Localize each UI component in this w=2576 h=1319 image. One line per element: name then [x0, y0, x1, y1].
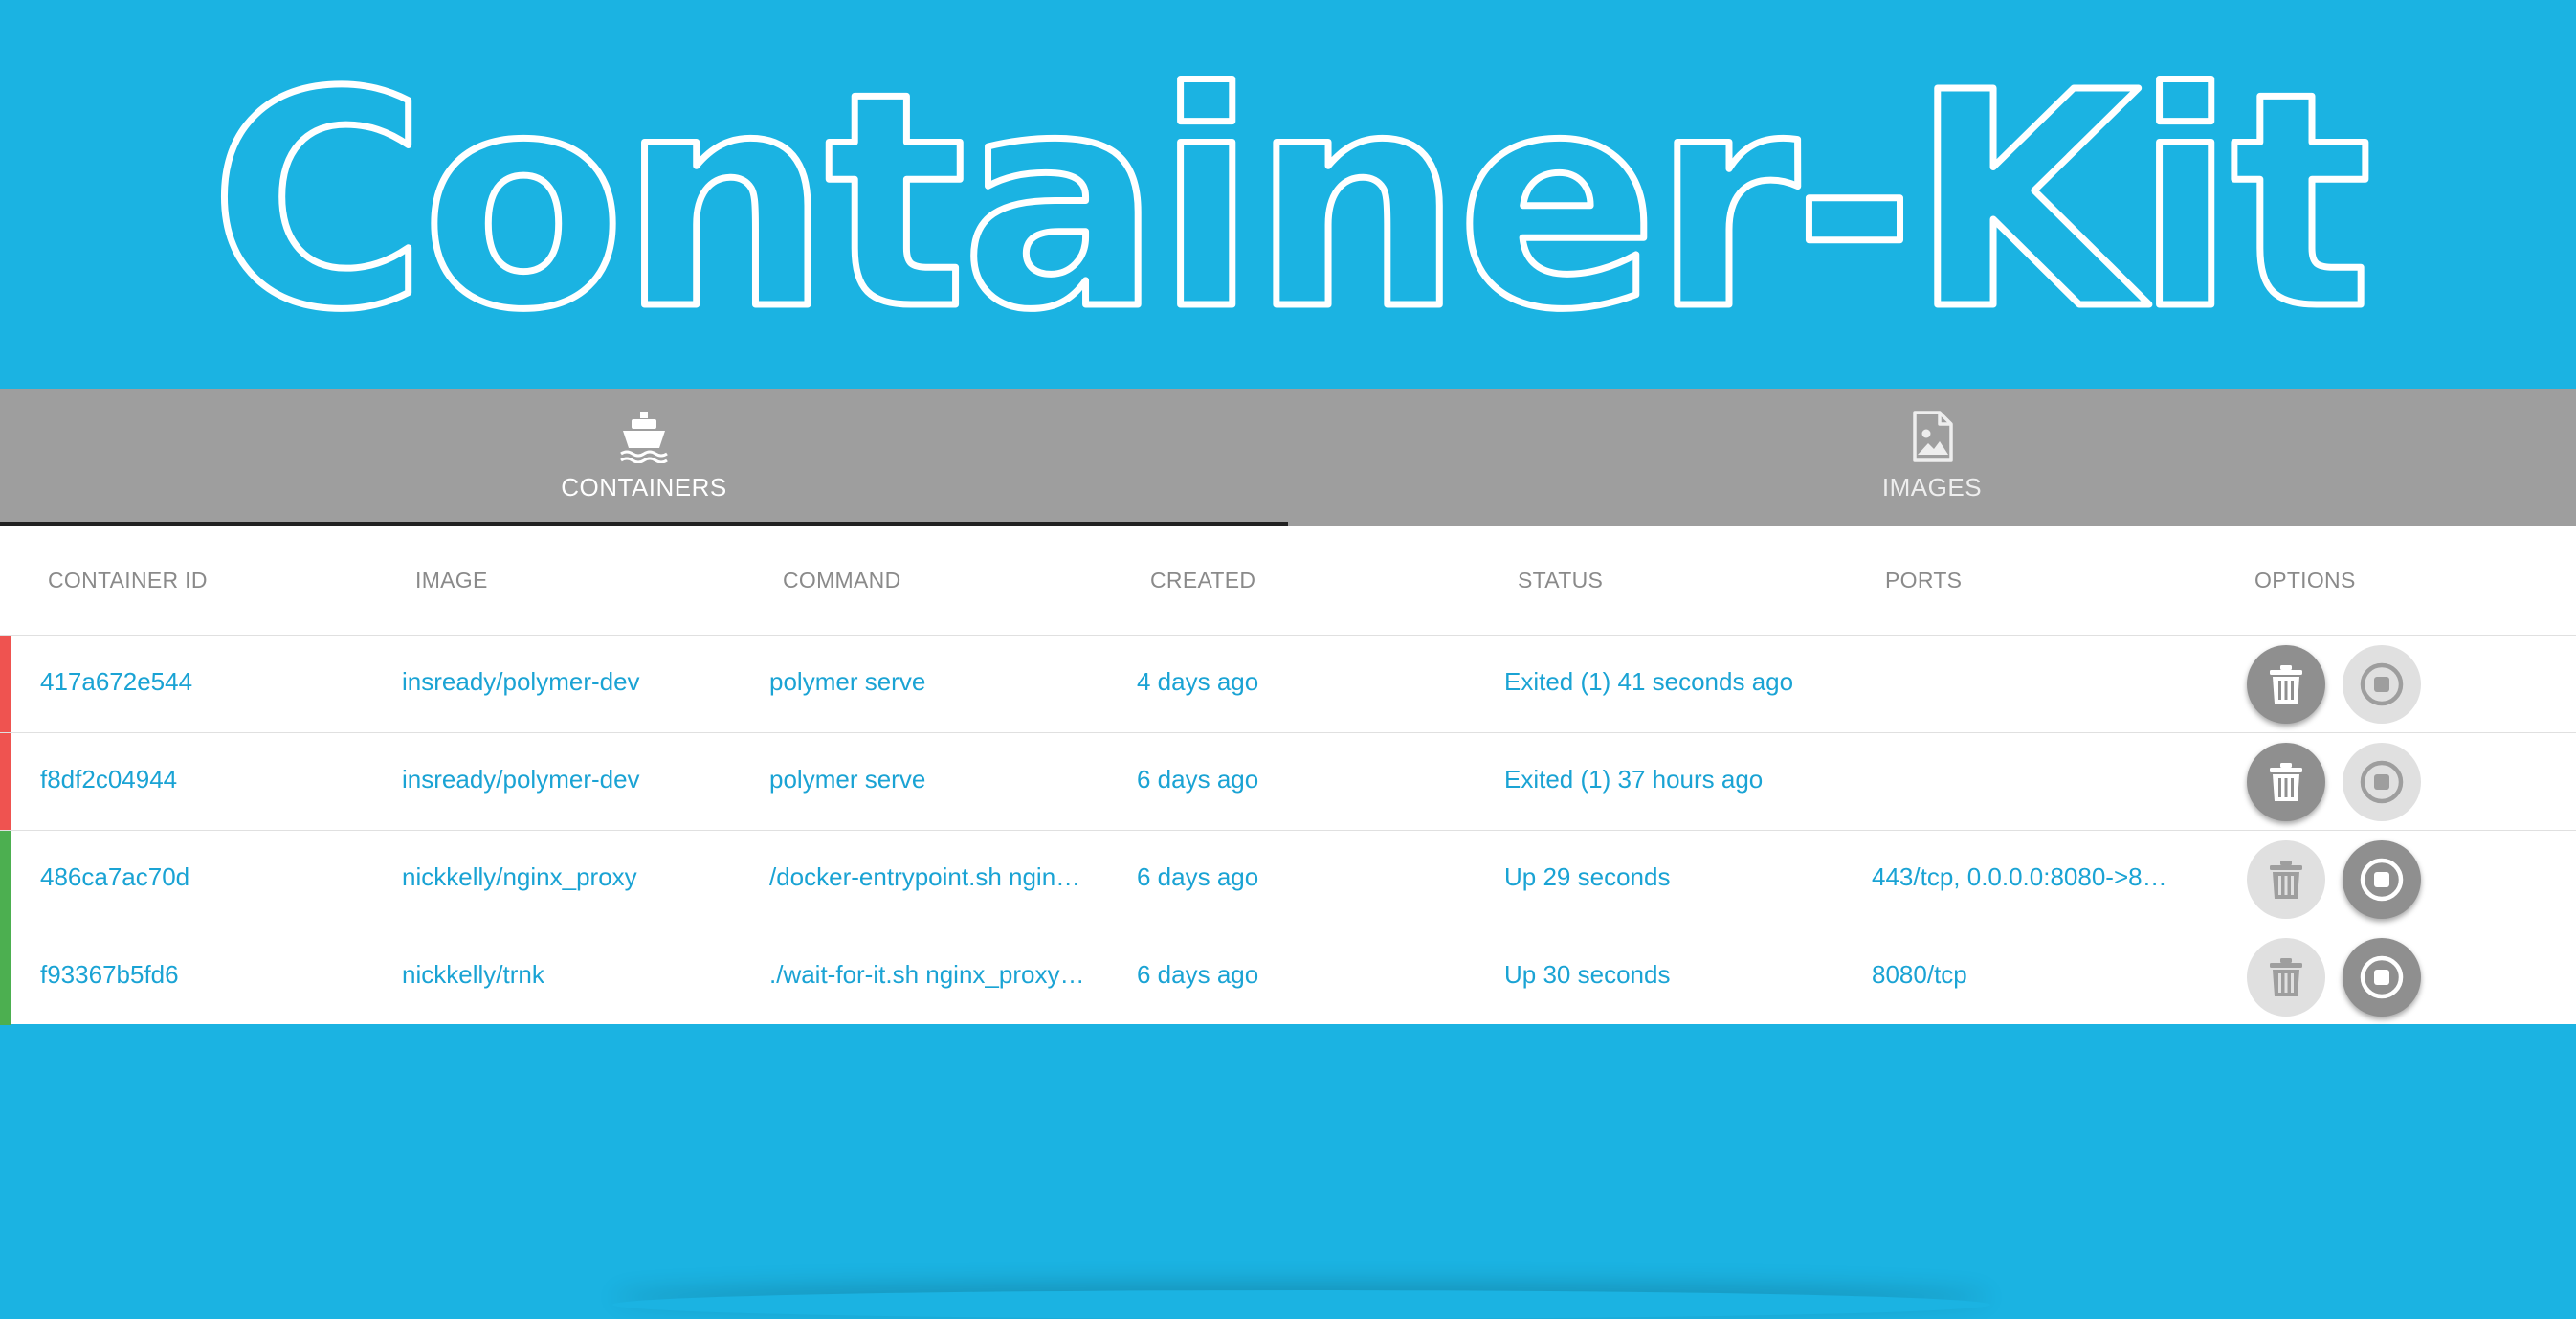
- column-header-command[interactable]: COMMAND: [783, 568, 900, 593]
- container-image: nickkelly/trnk: [402, 960, 544, 989]
- table-row[interactable]: f93367b5fd6 nickkelly/trnk ./wait-for-it…: [0, 928, 2576, 1025]
- table-row[interactable]: f8df2c04944 insready/polymer-dev polymer…: [0, 733, 2576, 831]
- trash-icon: [2270, 861, 2302, 899]
- trash-icon: [2270, 958, 2302, 996]
- tab-bar: CONTAINERS IMAGES: [0, 389, 2576, 526]
- running-status-indicator: [0, 831, 11, 928]
- container-command: polymer serve: [769, 765, 926, 794]
- exited-status-indicator: [0, 733, 11, 830]
- container-created: 6 days ago: [1137, 765, 1259, 794]
- stop-icon: [2360, 760, 2404, 804]
- column-header-created[interactable]: CREATED: [1150, 568, 1255, 593]
- container-created: 6 days ago: [1137, 862, 1259, 891]
- container-command: ./wait-for-it.sh nginx_proxy…: [769, 960, 1085, 989]
- stop-container-button[interactable]: [2343, 840, 2421, 919]
- stop-icon: [2360, 662, 2404, 706]
- exited-status-indicator: [0, 636, 11, 732]
- column-header-image[interactable]: IMAGE: [415, 568, 488, 593]
- trash-icon: [2270, 665, 2302, 704]
- delete-container-button[interactable]: [2247, 840, 2325, 919]
- container-created: 4 days ago: [1137, 667, 1259, 696]
- trash-icon: [2270, 763, 2302, 801]
- table-row[interactable]: 417a672e544 insready/polymer-dev polymer…: [0, 636, 2576, 733]
- table-row[interactable]: 486ca7ac70d nickkelly/nginx_proxy /docke…: [0, 831, 2576, 928]
- app-logo: Container-Kit: [207, 27, 2379, 379]
- column-header-options: OPTIONS: [2254, 568, 2356, 592]
- bottom-panel-shadow: [612, 1290, 1990, 1319]
- container-ports: 8080/tcp: [1872, 960, 1967, 989]
- tab-containers-label: CONTAINERS: [561, 473, 727, 502]
- delete-container-button[interactable]: [2247, 645, 2325, 724]
- container-id: f8df2c04944: [40, 765, 178, 794]
- containers-table: CONTAINER ID IMAGE COMMAND CREATED STATU…: [0, 526, 2576, 1025]
- container-status: Up 30 seconds: [1504, 960, 1671, 989]
- image-file-icon: [1913, 411, 1953, 462]
- container-image: insready/polymer-dev: [402, 765, 640, 794]
- app-title: Container-Kit: [210, 30, 2369, 375]
- container-id: 486ca7ac70d: [40, 862, 190, 891]
- delete-container-button[interactable]: [2247, 938, 2325, 1017]
- delete-container-button[interactable]: [2247, 743, 2325, 821]
- container-created: 6 days ago: [1137, 960, 1259, 989]
- tab-images-label: IMAGES: [1881, 473, 1983, 502]
- column-header-container-id[interactable]: CONTAINER ID: [48, 568, 208, 593]
- container-status: Up 29 seconds: [1504, 862, 1671, 891]
- container-id: f93367b5fd6: [40, 960, 179, 989]
- app-header: Container-Kit: [0, 0, 2576, 389]
- container-id: 417a672e544: [40, 667, 193, 696]
- stop-icon: [2360, 955, 2404, 999]
- container-status: Exited (1) 41 seconds ago: [1504, 667, 1794, 696]
- container-status: Exited (1) 37 hours ago: [1504, 765, 1764, 794]
- stop-container-button[interactable]: [2343, 743, 2421, 821]
- column-header-ports[interactable]: PORTS: [1885, 568, 1962, 593]
- container-image: nickkelly/nginx_proxy: [402, 862, 637, 891]
- column-header-status[interactable]: STATUS: [1518, 568, 1603, 593]
- tab-containers[interactable]: CONTAINERS: [0, 389, 1288, 526]
- container-command: polymer serve: [769, 667, 926, 696]
- stop-container-button[interactable]: [2343, 938, 2421, 1017]
- ship-icon: [620, 412, 668, 463]
- container-command: /docker-entrypoint.sh ngin…: [769, 862, 1081, 891]
- tab-images[interactable]: IMAGES: [1288, 389, 2576, 526]
- container-image: insready/polymer-dev: [402, 667, 640, 696]
- container-ports: 443/tcp, 0.0.0.0:8080->80…: [1872, 862, 2178, 891]
- running-status-indicator: [0, 928, 11, 1025]
- table-header: CONTAINER ID IMAGE COMMAND CREATED STATU…: [0, 526, 2576, 636]
- stop-container-button[interactable]: [2343, 645, 2421, 724]
- stop-icon: [2360, 858, 2404, 902]
